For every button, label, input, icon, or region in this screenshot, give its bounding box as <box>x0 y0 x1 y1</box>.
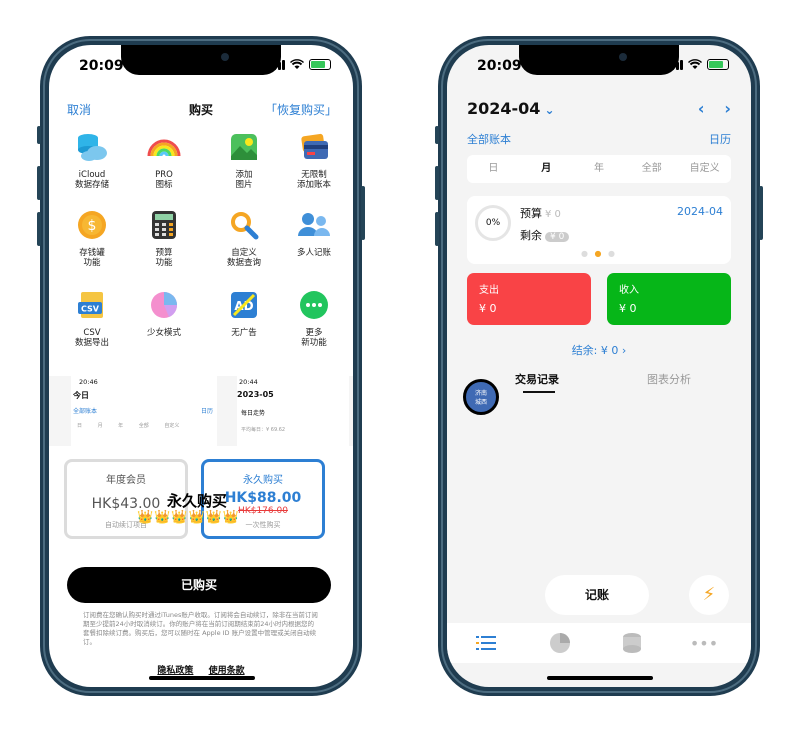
tab-underline <box>523 391 555 393</box>
lightning-icon[interactable]: ⚡ <box>689 575 729 615</box>
feature-csv-export: CSV CSV 数据导出 <box>57 288 127 348</box>
preview-screen-b: 20:44 2023-05 每日走势 平均每日：¥ 69.62 <box>237 376 349 446</box>
subscription-terms: 订阅费在您确认购买时通过iTunes账户收取。订阅将会自动续订，除非在当前订阅期… <box>83 611 318 646</box>
side-button <box>435 126 439 144</box>
app-preview: 20:46 今日 全部账本 日历 日 月 年 全部 自定义 20:44 2023… <box>49 376 353 446</box>
battery-icon <box>707 59 729 70</box>
home-indicator <box>149 676 255 680</box>
status-time: 20:09 <box>79 58 124 74</box>
pie-chart-tab-icon[interactable] <box>547 633 573 653</box>
page-dots: ● ● ● <box>580 249 618 258</box>
location-badge: 济南 城西 <box>463 379 499 415</box>
balance-link[interactable]: 结余: ¥ 0 › <box>447 342 751 358</box>
notch <box>519 45 679 75</box>
phone-ledger-screen: 20:09 2024-04 ⌄ ‹ › 全部账本 日历 日 月 年 全部 自定义 0… <box>435 36 763 696</box>
feature-icloud: iCloud 数据存储 <box>57 130 127 190</box>
picture-icon <box>227 130 261 164</box>
volume-up-button <box>37 166 41 200</box>
feature-add-picture: 添加 图片 <box>209 130 279 190</box>
feature-multi-user: 多人记账 <box>279 208 349 258</box>
home-indicator <box>547 676 653 680</box>
feature-girl-mode: 少女模式 <box>129 288 199 338</box>
csv-icon: CSV <box>75 288 109 322</box>
feature-budget: 预算 功能 <box>129 208 199 268</box>
segment-all[interactable]: 全部 <box>625 155 678 183</box>
battery-icon <box>309 59 331 70</box>
rainbow-icon <box>147 130 181 164</box>
pie-chart-icon <box>147 288 181 322</box>
calendar-button[interactable]: 日历 <box>709 131 731 147</box>
feature-pro-icon: PRO 图标 <box>129 130 199 190</box>
purchased-button[interactable]: 已购买 <box>67 567 331 603</box>
coin-icon: $ <box>75 208 109 242</box>
more-icon <box>297 288 331 322</box>
all-accounts-button[interactable]: 全部账本 <box>467 133 511 146</box>
svg-text:CSV: CSV <box>81 305 100 314</box>
prev-month-icon[interactable]: ‹ <box>698 99 705 118</box>
next-month-icon[interactable]: › <box>724 99 731 118</box>
feature-unlimited-books: 无限制 添加账本 <box>279 130 349 190</box>
feature-custom-query: 自定义 数据查询 <box>209 208 279 268</box>
wifi-icon <box>688 59 702 69</box>
more-tab-icon[interactable]: ••• <box>690 633 718 653</box>
budget-card[interactable]: 0% 预算 ¥ 0 剩余 ¥ 0 2024-04 ● ● ● <box>467 196 731 264</box>
notch <box>121 45 281 75</box>
income-card[interactable]: 收入 ¥ 0 <box>607 273 731 325</box>
segment-custom[interactable]: 自定义 <box>678 155 731 183</box>
phone-purchase-screen: 20:09 取消 购买 「恢复购买」 iCloud 数据存储 PRO 图标 添加… <box>37 36 365 696</box>
side-button <box>37 126 41 144</box>
overlay-title: 永久购买 <box>167 492 228 510</box>
expense-card[interactable]: 支出 ¥ 0 <box>467 273 591 325</box>
privacy-policy-link[interactable]: 隐私政策 <box>157 666 193 676</box>
status-time: 20:09 <box>477 58 522 74</box>
coins-tab-icon[interactable] <box>619 633 645 653</box>
volume-down-button <box>435 212 439 246</box>
budget-progress-ring: 0% <box>475 205 511 241</box>
calculator-icon <box>147 208 181 242</box>
svg-text:$: $ <box>88 218 97 234</box>
preview-screen-a: 20:46 今日 全部账本 日历 日 月 年 全部 自定义 <box>71 376 217 446</box>
record-button[interactable]: 记账 <box>545 575 649 615</box>
cards-icon <box>297 130 331 164</box>
tab-charts[interactable]: 图表分析 <box>647 371 691 387</box>
magnifier-icon <box>227 208 261 242</box>
volume-up-button <box>435 166 439 200</box>
feature-more: 更多 新功能 <box>279 288 349 348</box>
restore-purchase-button[interactable]: 「恢复购买」 <box>265 101 337 118</box>
feature-piggy-bank: $ 存钱罐 功能 <box>57 208 127 268</box>
crown-icons: 👑👑👑👑👑👑 <box>137 510 241 525</box>
power-button <box>361 186 365 240</box>
month-selector[interactable]: 2024-04 ⌄ <box>467 99 555 118</box>
legal-links: 隐私政策 使用条款 <box>49 663 353 676</box>
volume-down-button <box>37 212 41 246</box>
feature-no-ads: AD 无广告 <box>209 288 279 338</box>
cloud-database-icon <box>75 130 109 164</box>
terms-of-use-link[interactable]: 使用条款 <box>209 666 245 676</box>
no-ad-icon: AD <box>227 288 261 322</box>
period-segmented-control: 日 月 年 全部 自定义 <box>467 155 731 183</box>
tab-transactions[interactable]: 交易记录 <box>515 371 559 387</box>
chevron-down-icon: ⌄ <box>544 103 555 117</box>
people-icon <box>297 208 331 242</box>
segment-month[interactable]: 月 <box>520 155 573 183</box>
segment-day[interactable]: 日 <box>467 155 520 183</box>
power-button <box>759 186 763 240</box>
segment-year[interactable]: 年 <box>573 155 626 183</box>
tab-bar: ••• <box>447 623 751 663</box>
chevron-right-icon: › <box>621 344 627 357</box>
wifi-icon <box>290 59 304 69</box>
budget-date: 2024-04 <box>677 205 723 218</box>
list-icon[interactable] <box>473 633 499 653</box>
